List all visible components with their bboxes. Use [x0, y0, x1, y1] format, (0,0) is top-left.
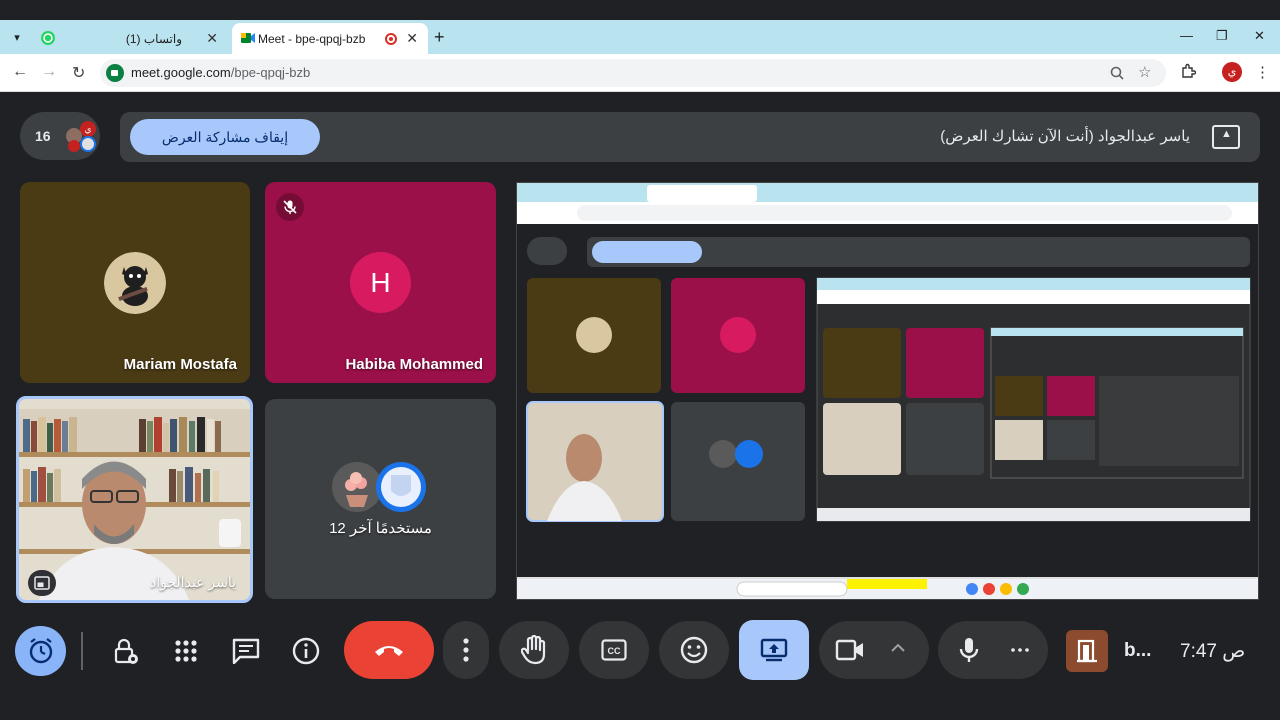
- captions-icon: CC: [601, 639, 627, 661]
- others-tile[interactable]: 12 مستخدمًا آخر: [265, 399, 496, 599]
- minimize-button[interactable]: —: [1180, 28, 1193, 43]
- avatar: [68, 140, 80, 152]
- present-icon: [760, 638, 788, 662]
- back-icon[interactable]: ←: [12, 63, 28, 81]
- timer-button[interactable]: [15, 626, 66, 676]
- avatar: ي: [80, 121, 96, 137]
- mic-off-icon: [276, 193, 304, 221]
- activities-button[interactable]: [166, 631, 206, 671]
- apps-icon: [175, 640, 197, 662]
- tab-whatsapp[interactable]: (1) واتساب ✕: [32, 23, 228, 54]
- host-controls-button[interactable]: [106, 631, 146, 671]
- presenting-banner: إيقاف مشاركة العرض ياسر عبدالجواد (أنت ا…: [120, 112, 1260, 162]
- tab-title: (1) واتساب: [125, 32, 182, 46]
- recording-icon: [385, 33, 397, 45]
- mic-icon[interactable]: [958, 636, 980, 664]
- menu-icon[interactable]: ⋮: [1255, 63, 1270, 81]
- chat-button[interactable]: [226, 631, 266, 671]
- breakout-rooms-button[interactable]: [1066, 630, 1108, 672]
- tab-title: Meet - bpe-qpqj-bzb: [258, 32, 366, 46]
- picture-in-picture-icon[interactable]: [28, 570, 56, 596]
- avatar: [104, 252, 166, 314]
- captions-button[interactable]: CC: [579, 621, 649, 679]
- profile-avatar[interactable]: ي: [1222, 62, 1242, 82]
- camera-icon[interactable]: [835, 638, 865, 662]
- emoji-icon: [680, 636, 708, 664]
- more-audio-icon[interactable]: [1011, 648, 1029, 652]
- meeting-code: b...: [1124, 640, 1152, 661]
- participant-tile-mariam[interactable]: Mariam Mostafa: [20, 182, 250, 383]
- avatar-initial: H: [370, 267, 391, 298]
- url-path: /bpe-qpqj-bzb: [230, 65, 311, 80]
- close-window-button[interactable]: ✕: [1254, 28, 1265, 44]
- present-now-button[interactable]: [739, 620, 809, 680]
- restore-button[interactable]: ❐: [1216, 28, 1228, 44]
- hang-up-icon: [375, 646, 403, 656]
- timer-icon: [29, 638, 52, 664]
- url-host: meet.google.com: [131, 65, 231, 80]
- forward-icon[interactable]: →: [41, 63, 57, 81]
- star-icon[interactable]: ☆: [1138, 63, 1151, 81]
- chevron-up-icon[interactable]: [891, 643, 905, 653]
- tab-meet[interactable]: Meet - bpe-qpqj-bzb ✕: [232, 23, 428, 54]
- participant-name: Habiba Mohammed: [345, 356, 483, 373]
- browser-tab-bar: ▾ (1) واتساب ✕ Meet - bpe-qpqj-bzb ✕ + —…: [0, 20, 1280, 54]
- svg-text:CC: CC: [608, 646, 621, 656]
- info-icon: [292, 637, 320, 665]
- send-reaction-button[interactable]: [659, 621, 729, 679]
- chat-icon: [232, 638, 260, 664]
- mic-control-group: [938, 621, 1048, 679]
- tab-search-button[interactable]: ▾: [6, 27, 28, 47]
- screen-capture: [517, 183, 1258, 599]
- participant-name: Mariam Mostafa: [123, 356, 237, 373]
- others-avatars: [332, 462, 426, 512]
- meet-window: ▾ (1) واتساب ✕ Meet - bpe-qpqj-bzb ✕ + —…: [0, 0, 1280, 720]
- address-bar[interactable]: meet.google.com/bpe-qpqj-bzb ☆: [100, 59, 1166, 87]
- avatar: H: [350, 252, 411, 313]
- participant-tile-self[interactable]: ياسر عبدالجواد: [16, 396, 253, 603]
- avatar: [80, 136, 96, 152]
- presenting-text: ياسر عبدالجواد (أنت الآن تشارك العرض): [940, 128, 1190, 145]
- extensions-icon[interactable]: [1180, 63, 1196, 79]
- shared-screen-preview: [516, 182, 1259, 600]
- meet-icon: [106, 64, 124, 82]
- present-icon: [1212, 125, 1240, 149]
- reload-icon[interactable]: ↻: [72, 63, 85, 83]
- participant-count-button[interactable]: 16 ي: [20, 112, 100, 160]
- participant-name: ياسر عبدالجواد: [150, 574, 236, 590]
- browser-toolbar: ← → ↻ meet.google.com/bpe-qpqj-bzb ☆ ي ⋮: [0, 54, 1280, 92]
- more-options-button[interactable]: [443, 621, 489, 679]
- tab-close-button[interactable]: ✕: [406, 30, 418, 47]
- lock-icon: [114, 638, 138, 664]
- self-video: [19, 399, 250, 600]
- meet-icon: [241, 33, 255, 43]
- leave-call-button[interactable]: [344, 621, 434, 679]
- camera-control-group: [819, 621, 929, 679]
- url-text: meet.google.com/bpe-qpqj-bzb: [131, 65, 310, 80]
- zoom-icon[interactable]: [1110, 66, 1124, 80]
- tab-close-button[interactable]: ✕: [206, 30, 218, 47]
- stop-sharing-button[interactable]: إيقاف مشاركة العرض: [130, 119, 320, 155]
- more-icon: [463, 638, 469, 662]
- raise-hand-icon: [521, 635, 546, 665]
- others-count-label: 12 مستخدمًا آخر: [329, 520, 432, 537]
- meeting-clock: 7:47 ص: [1180, 641, 1246, 662]
- participant-count: 16: [35, 128, 51, 144]
- raise-hand-button[interactable]: [499, 621, 569, 679]
- toolbar-divider: [81, 632, 83, 670]
- new-tab-button[interactable]: +: [434, 27, 445, 48]
- participant-tile-habiba[interactable]: H Habiba Mohammed: [265, 182, 496, 383]
- door-icon: [1077, 639, 1097, 663]
- meeting-details-button[interactable]: [286, 631, 326, 671]
